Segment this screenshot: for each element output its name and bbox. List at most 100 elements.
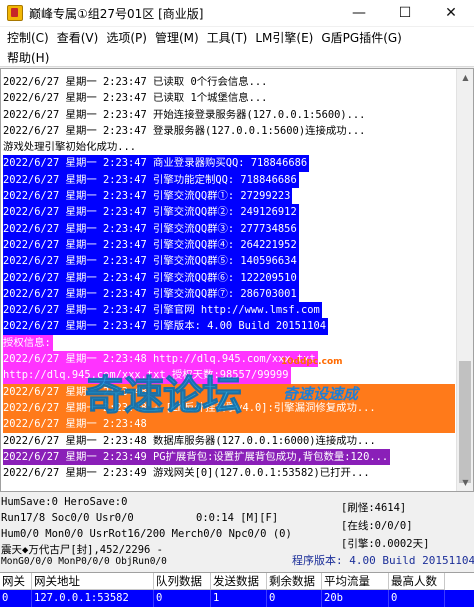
status-run: Run17/8 Soc0/0 Usr0/0 bbox=[1, 512, 134, 524]
menu-pg-plugin[interactable]: G盾PG插件(G) bbox=[319, 29, 408, 46]
log-line: 2022/6/27 星期一 2:23:47 引擎交流QQ群③: 27773485… bbox=[3, 220, 455, 237]
log-line-text: 2022/6/27 星期一 2:23:48 bbox=[3, 418, 147, 431]
title-bar: 巅峰专属①组27号01区 [商业版] — ☐ ✕ bbox=[0, 0, 474, 26]
log-line-text: 2022/6/27 星期一 2:23:47 引擎版本: 4.00 Build 2… bbox=[3, 318, 328, 335]
log-line: 2022/6/27 星期一 2:23:47 引擎交流QQ群④: 26422195… bbox=[3, 236, 455, 254]
log-line-text: 2022/6/27 星期一 2:23:47 引擎交流QQ群②: 24912691… bbox=[3, 204, 299, 221]
window-title: 巅峰专属①组27号01区 [商业版] bbox=[29, 6, 204, 21]
log-line-text: 2022/6/27 星期一 2:23:48 数据库服务器(127.0.0.1:6… bbox=[3, 434, 376, 447]
menu-view[interactable]: 查看(V) bbox=[55, 29, 105, 46]
log-line: http://dlq.945.com/xxx.txt 授权天数:98557/99… bbox=[3, 367, 455, 384]
menu-lm-engine[interactable]: LM引擎(E) bbox=[253, 29, 319, 46]
log-line-text: 2022/6/27 星期一 2:23:47 引擎交流QQ群④: 26422195… bbox=[3, 236, 299, 254]
log-line-text: 2022/6/27 星期一 2:23:47 引擎交流QQ群⑦: 28670300… bbox=[3, 285, 299, 303]
log-line: 2022/6/27 星期一 2:23:47 引擎官网 http://www.lm… bbox=[3, 302, 455, 319]
table-cell: 127.0.0.1:53582 bbox=[32, 590, 154, 607]
log-line: 2022/6/27 星期一 2:23:48 bbox=[3, 383, 455, 400]
column-header[interactable]: 剩余数据 bbox=[267, 573, 322, 590]
log-line-text: 2022/6/27 星期一 2:23:48 bbox=[3, 385, 147, 398]
log-line: 2022/6/27 星期一 2:23:47 已读取 1个城堡信息... bbox=[3, 90, 455, 106]
status-save: HumSave:0 HeroSave:0 bbox=[1, 496, 128, 508]
column-header[interactable]: 发送数据 bbox=[211, 573, 267, 590]
scroll-thumb[interactable] bbox=[459, 361, 471, 483]
log-line-text: 2022/6/27 星期一 2:23:49 游戏网关[0](127.0.0.1:… bbox=[3, 467, 370, 480]
column-header[interactable]: 网关 bbox=[0, 573, 32, 590]
status-mon-group: MonG0/0/0 MonP0/0/0 ObjRun0/0 bbox=[1, 556, 167, 567]
log-line: 2022/6/27 星期一 2:23:47 商业登录器购买QQ: 7188466… bbox=[3, 155, 455, 172]
log-line-text: 2022/6/27 星期一 2:23:47 已读取 1个城堡信息... bbox=[3, 92, 268, 105]
status-monster: 震天◆万代古尸[封],452/2296 - bbox=[1, 544, 164, 556]
log-lines: 2022/6/27 星期一 2:23:47 已读取 0个行会信息... 2022/… bbox=[3, 74, 455, 481]
menu-manage[interactable]: 管理(M) bbox=[153, 29, 205, 46]
table-cell: 0 bbox=[0, 590, 32, 607]
log-line: 2022/6/27 星期一 2:23:47 引擎交流QQ群⑦: 28670300… bbox=[3, 285, 455, 303]
log-line-text: http://dlq.945.com/xxx.txt 授权天数:98557/99… bbox=[3, 367, 291, 384]
log-line-text: 游戏处理引擎初始化成功... bbox=[3, 141, 137, 154]
menu-bar: 控制(C) 查看(V) 选项(P) 管理(M) 工具(T) LM引擎(E) G盾… bbox=[0, 27, 474, 67]
table-row[interactable]: 0 127.0.0.1:53582 0 1 0 20b 0 bbox=[0, 590, 474, 607]
log-line-text: 2022/6/27 星期一 2:23:47 开始连接登录服务器(127.0.0.… bbox=[3, 108, 366, 121]
table-cell: 0 bbox=[154, 590, 211, 607]
log-line: 授权信息: bbox=[3, 334, 455, 352]
log-line: 2022/6/27 星期一 2:23:47 引擎版本: 4.00 Build 2… bbox=[3, 318, 455, 335]
menu-tools[interactable]: 工具(T) bbox=[205, 29, 254, 46]
log-line: 2022/6/27 星期一 2:23:47 引擎交流QQ群①: 27299223 bbox=[3, 188, 455, 205]
scroll-down-icon[interactable]: ▼ bbox=[457, 474, 473, 491]
log-line-text: 2022/6/27 星期一 2:23:47 商业登录器购买QQ: 7188466… bbox=[3, 155, 310, 172]
log-line-text: 2022/6/27 星期一 2:23:47 引擎交流QQ群⑥: 12220951… bbox=[3, 269, 299, 286]
log-line-text: 2022/6/27 星期一 2:23:47 已读取 0个行会信息... bbox=[3, 76, 268, 88]
menu-row-1: 控制(C) 查看(V) 选项(P) 管理(M) 工具(T) LM引擎(E) G盾… bbox=[0, 27, 474, 47]
menu-options[interactable]: 选项(P) bbox=[104, 29, 153, 46]
log-line: 2022/6/27 星期一 2:23:47 登录服务器(127.0.0.1:56… bbox=[3, 123, 455, 139]
menu-control[interactable]: 控制(C) bbox=[5, 29, 55, 46]
log-line-text: 2022/6/27 星期一 2:23:47 引擎交流QQ群①: 27299223 bbox=[3, 188, 293, 205]
status-online: [在线:0/0/0] bbox=[341, 520, 413, 532]
log-line: 2022/6/27 星期一 2:23:48 数据库服务器(127.0.0.1:6… bbox=[3, 433, 455, 449]
maximize-button[interactable]: ☐ bbox=[382, 0, 428, 26]
table-header: 网关 网关地址 队列数据 发送数据 剩余数据 平均流量 最高人数 bbox=[0, 573, 474, 590]
log-line: 2022/6/27 星期一 2:23:47 开始连接登录服务器(127.0.0.… bbox=[3, 107, 455, 123]
table-cell: 0 bbox=[267, 590, 322, 607]
app-icon bbox=[7, 5, 23, 21]
log-line-text: 2022/6/27 星期一 2:23:47 引擎官网 http://www.lm… bbox=[3, 302, 322, 319]
gateway-table: 网关 网关地址 队列数据 发送数据 剩余数据 平均流量 最高人数 0 127.0… bbox=[0, 572, 474, 609]
minimize-button[interactable]: — bbox=[336, 0, 382, 26]
program-version: 程序版本: 4.00 Build 20151104 bbox=[292, 554, 474, 567]
status-timer: 0:0:14 [M][F] bbox=[196, 512, 279, 524]
column-header[interactable]: 平均流量 bbox=[322, 573, 389, 590]
log-line: 游戏处理引擎初始化成功... bbox=[3, 139, 455, 155]
log-line-text: 2022/6/27 星期一 2:23:48 http://dlq.945.com… bbox=[3, 351, 318, 368]
log-line: 2022/6/27 星期一 2:23:47 引擎交流QQ群⑤: 14059663… bbox=[3, 253, 455, 270]
menu-row-2: 帮助(H) bbox=[0, 47, 474, 67]
log-panel[interactable]: 2022/6/27 星期一 2:23:47 已读取 0个行会信息... 2022/… bbox=[0, 68, 474, 492]
log-line: 2022/6/27 星期一 2:23:47 已读取 0个行会信息... bbox=[3, 74, 455, 90]
log-line: 2022/6/27 星期一 2:23:49 游戏网关[0](127.0.0.1:… bbox=[3, 465, 455, 481]
log-line-text: 2022/6/27 星期一 2:23:48 ★ [LM反外挂引擎v4.0]:引擎… bbox=[3, 401, 376, 414]
log-scrollbar[interactable]: ▲ ▼ bbox=[456, 69, 473, 491]
column-header[interactable]: 队列数据 bbox=[154, 573, 211, 590]
column-header[interactable]: 网关地址 bbox=[32, 573, 154, 590]
log-line: 2022/6/27 星期一 2:23:48 bbox=[3, 416, 455, 433]
log-line-text: 2022/6/27 星期一 2:23:47 引擎功能定制QQ: 71884668… bbox=[3, 171, 299, 189]
log-line: 2022/6/27 星期一 2:23:47 引擎交流QQ群②: 24912691… bbox=[3, 204, 455, 221]
scroll-up-icon[interactable]: ▲ bbox=[457, 69, 473, 86]
log-line: 2022/6/27 星期一 2:23:49 PG扩展背包:设置扩展背包成功,背包… bbox=[3, 448, 455, 466]
status-panel: HumSave:0 HeroSave:0 Run17/8 Soc0/0 Usr0… bbox=[0, 494, 474, 570]
table-cell: 20b bbox=[322, 590, 389, 607]
log-line: 2022/6/27 星期一 2:23:48 http://dlq.945.com… bbox=[3, 351, 455, 368]
table-cell: 1 bbox=[211, 590, 267, 607]
status-hum: Hum0/0 Mon0/0 UsrRot16/200 Merch0/0 Npc0… bbox=[1, 528, 292, 540]
menu-help[interactable]: 帮助(H) bbox=[5, 49, 55, 66]
log-line: 2022/6/27 星期一 2:23:47 引擎功能定制QQ: 71884668… bbox=[3, 171, 455, 189]
table-cell: 0 bbox=[389, 590, 445, 607]
column-header[interactable]: 最高人数 bbox=[389, 573, 445, 590]
log-line-text: 2022/6/27 星期一 2:23:47 引擎交流QQ群③: 27773485… bbox=[3, 220, 299, 237]
log-line-text: 2022/6/27 星期一 2:23:49 PG扩展背包:设置扩展背包成功,背包… bbox=[3, 448, 391, 466]
log-line: 2022/6/27 星期一 2:23:47 引擎交流QQ群⑥: 12220951… bbox=[3, 269, 455, 286]
status-engine: [引擎:0.0002天] bbox=[341, 538, 430, 550]
close-button[interactable]: ✕ bbox=[428, 0, 474, 26]
log-line-text: 授权信息: bbox=[3, 334, 53, 352]
log-line: 2022/6/27 星期一 2:23:48 ★ [LM反外挂引擎v4.0]:引擎… bbox=[3, 399, 455, 417]
log-line-text: 2022/6/27 星期一 2:23:47 引擎交流QQ群⑤: 14059663… bbox=[3, 253, 299, 270]
log-line-text: 2022/6/27 星期一 2:23:47 登录服务器(127.0.0.1:56… bbox=[3, 124, 366, 137]
